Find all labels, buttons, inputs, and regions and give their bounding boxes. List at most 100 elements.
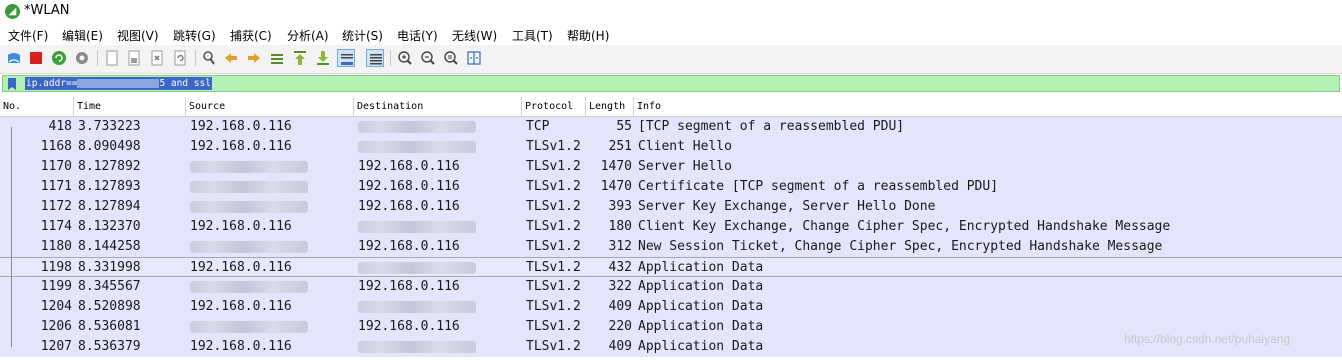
menu-analyze[interactable]: 分析(A) [287,27,329,44]
conversation-bracket [11,127,12,347]
packet-length: 322 [608,279,632,294]
go-first-icon[interactable] [291,49,309,67]
packet-length: 1470 [600,159,632,174]
reload-file-icon[interactable] [171,49,189,67]
open-file-icon[interactable] [103,49,121,67]
go-forward-icon[interactable] [245,49,263,67]
packet-protocol: TCP [526,119,550,134]
bookmark-icon[interactable] [7,78,17,90]
column-header-source[interactable]: Source [186,97,354,116]
go-to-packet-icon[interactable] [268,49,286,67]
packet-time: 8.520898 [78,299,141,314]
packet-row[interactable]: 1174 8.132370 192.168.0.116 TLSv1.2 180 Clien… [0,217,1342,237]
packet-protocol: TLSv1.2 [526,239,581,254]
packet-source [190,277,308,297]
restart-capture-icon[interactable] [50,49,68,67]
redacted-address [358,121,476,133]
close-file-icon[interactable] [148,49,166,67]
packet-no: 1199 [40,279,72,294]
packet-row[interactable]: 1180 8.144258 192.168.0.116 TLSv1.2 312 New S… [0,237,1342,257]
zoom-normal-icon[interactable] [442,49,460,67]
filter-text: ip.addr== 5 and ssl [25,77,212,90]
colorize-icon[interactable] [366,49,384,67]
menu-tools[interactable]: 工具(T) [512,27,553,44]
go-back-icon[interactable] [222,49,240,67]
zoom-out-icon[interactable] [419,49,437,67]
packet-no: 1172 [40,199,72,214]
redacted-address [190,201,308,213]
packet-info: Application Data [638,319,764,334]
menu-statistics[interactable]: 统计(S) [342,27,383,44]
packet-row[interactable]: 1199 8.345567 192.168.0.116 TLSv1.2 322 Appli… [0,277,1342,297]
packet-destination: 192.168.0.116 [358,199,460,214]
packet-length: 393 [608,199,632,214]
packet-no: 1168 [40,139,72,154]
menu-capture[interactable]: 捕获(C) [230,27,272,44]
start-capture-icon[interactable] [5,49,23,67]
menu-wireless[interactable]: 无线(W) [452,27,497,44]
packet-length: 409 [608,339,632,354]
packet-time: 8.127893 [78,179,141,194]
packet-info: New Session Ticket, Change Cipher Spec, … [638,239,1163,254]
packet-source [190,197,308,217]
packet-row[interactable]: 1171 8.127893 192.168.0.116 TLSv1.2 1470 Cert… [0,177,1342,197]
packet-info: Application Data [638,279,764,294]
packet-length: 251 [608,139,632,154]
packet-length: 55 [616,119,632,134]
packet-destination [358,297,476,317]
packet-row[interactable]: 1204 8.520898 192.168.0.116 TLSv1.2 409 Appli… [0,297,1342,317]
menu-telephony[interactable]: 电话(Y) [397,27,438,44]
packet-destination: 192.168.0.116 [358,319,460,334]
column-header-time[interactable]: Time [74,97,186,116]
packet-row[interactable]: 1172 8.127894 192.168.0.116 TLSv1.2 393 Serve… [0,197,1342,217]
packet-protocol: TLSv1.2 [526,279,581,294]
menu-go[interactable]: 跳转(G) [173,27,216,44]
packet-source: 192.168.0.116 [190,260,292,275]
column-header-no[interactable]: No. [0,97,74,116]
packet-row[interactable]: 1198 8.331998 192.168.0.116 TLSv1.2 432 Appli… [0,257,1342,277]
packet-info: Application Data [638,299,764,314]
column-header-info[interactable]: Info [634,97,1342,116]
packet-row[interactable]: 418 3.733223 192.168.0.116 TCP 55 [TCP segmen… [0,117,1342,137]
packet-destination: 192.168.0.116 [358,159,460,174]
find-packet-icon[interactable] [200,49,218,67]
menu-help[interactable]: 帮助(H) [567,27,609,44]
packet-length: 1470 [600,179,632,194]
packet-list: 418 3.733223 192.168.0.116 TCP 55 [TCP segmen… [0,117,1342,357]
packet-info: Certificate [TCP segment of a reassemble… [638,179,999,194]
packet-protocol: TLSv1.2 [526,299,581,314]
packet-row[interactable]: 1170 8.127892 192.168.0.116 TLSv1.2 1470 Serv… [0,157,1342,177]
packet-info: Application Data [638,339,764,354]
redacted-address [358,221,476,233]
resize-columns-icon[interactable] [465,49,483,67]
packet-length: 312 [608,239,632,254]
packet-list-header: No. Time Source Destination Protocol Len… [0,97,1342,117]
autoscroll-icon[interactable] [337,49,355,67]
packet-no: 1180 [40,239,72,254]
menu-view[interactable]: 视图(V) [117,27,159,44]
display-filter-input[interactable]: ip.addr== 5 and ssl [2,75,1340,92]
capture-options-icon[interactable] [73,49,91,67]
column-header-length[interactable]: Length [586,97,634,116]
column-header-protocol[interactable]: Protocol [522,97,586,116]
toolbar-separator [390,50,391,66]
stop-capture-icon[interactable] [27,49,45,67]
packet-source [190,317,308,337]
filter-redacted-address [77,79,160,88]
toolbar-separator [97,50,98,66]
wireshark-fin-icon: ◢ [5,4,20,19]
packet-source [190,177,308,197]
zoom-in-icon[interactable] [396,49,414,67]
packet-source: 192.168.0.116 [190,299,292,314]
menu-file[interactable]: 文件(F) [8,27,48,44]
packet-row[interactable]: 1168 8.090498 192.168.0.116 TLSv1.2 251 Clien… [0,137,1342,157]
redacted-address [358,141,476,153]
packet-time: 8.090498 [78,139,141,154]
packet-no: 1206 [40,319,72,334]
packet-time: 3.733223 [78,119,141,134]
packet-protocol: TLSv1.2 [526,319,581,334]
menu-edit[interactable]: 编辑(E) [62,27,103,44]
save-file-icon[interactable] [125,49,143,67]
go-last-icon[interactable] [314,49,332,67]
column-header-destination[interactable]: Destination [354,97,522,116]
